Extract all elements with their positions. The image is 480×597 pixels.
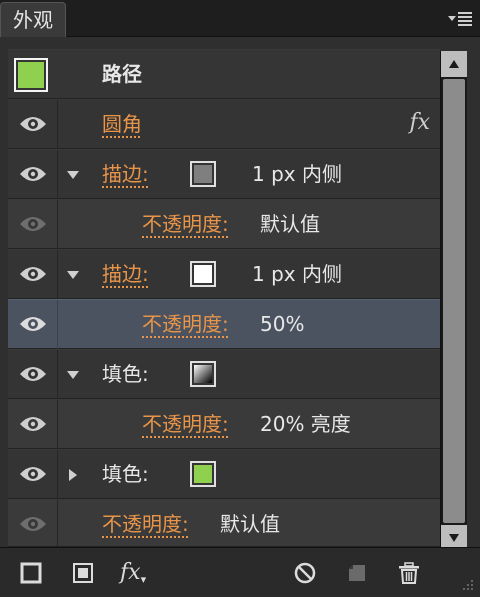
opacity-value: 默认值 — [260, 212, 320, 236]
panel-tab-bar: 外观 — [0, 0, 480, 37]
opacity-value: 默认值 — [220, 512, 280, 536]
fill-label: 填色: — [102, 362, 149, 386]
visibility-toggle[interactable] — [8, 150, 58, 199]
row-fill-1[interactable]: 填色: — [8, 349, 440, 399]
eye-icon — [20, 517, 46, 531]
stroke-link[interactable]: 描边: — [102, 150, 149, 199]
duplicate-item-icon[interactable] — [344, 560, 370, 586]
visibility-toggle[interactable] — [8, 250, 58, 299]
fill-swatch-fill — [194, 465, 212, 483]
appearance-panel: 路径 圆角 fx 描边: 1 px 内侧 不透明度: 默认值 描边: 1 px … — [0, 37, 480, 551]
visibility-toggle[interactable] — [8, 350, 58, 399]
scroll-thumb[interactable] — [443, 79, 465, 523]
row-rounded-corners[interactable]: 圆角 fx — [8, 99, 440, 149]
disclosure-triangle-expanded-icon[interactable] — [66, 368, 80, 382]
stroke-swatch[interactable] — [190, 261, 216, 287]
row-stroke-1[interactable]: 描边: 1 px 内侧 — [8, 149, 440, 199]
visibility-toggle[interactable] — [8, 300, 58, 349]
stroke-value[interactable]: 1 px 内侧 — [252, 250, 342, 299]
arrow-up-icon — [449, 60, 459, 68]
eye-icon — [20, 217, 46, 231]
opacity-link[interactable]: 不透明度: — [142, 300, 229, 349]
eye-icon — [20, 267, 46, 281]
fill-swatch[interactable] — [190, 361, 216, 387]
disclosure-triangle-expanded-icon[interactable] — [66, 168, 80, 182]
visibility-toggle[interactable] — [8, 200, 58, 249]
effect-link-rounded-corners[interactable]: 圆角 — [102, 100, 142, 149]
eye-icon — [20, 467, 46, 481]
dropdown-caret-icon: ▾ — [140, 573, 147, 586]
stroke-value[interactable]: 1 px 内侧 — [252, 150, 342, 199]
resize-grip-icon[interactable] — [460, 577, 474, 591]
stroke-swatch[interactable] — [190, 161, 216, 187]
scroll-up-button[interactable] — [441, 51, 467, 77]
add-new-stroke-icon[interactable] — [18, 560, 44, 586]
vertical-scrollbar[interactable] — [440, 51, 467, 551]
stroke-link[interactable]: 描边: — [102, 250, 149, 299]
fx-icon[interactable]: fx — [409, 110, 430, 135]
clear-appearance-icon[interactable] — [292, 560, 318, 586]
eye-icon — [20, 367, 46, 381]
visibility-toggle[interactable] — [8, 400, 58, 449]
row-stroke-2-opacity[interactable]: 不透明度: 50% — [8, 299, 440, 349]
disclosure-triangle-collapsed-icon[interactable] — [66, 468, 80, 482]
row-object-opacity[interactable]: 不透明度: 默认值 — [8, 499, 440, 547]
eye-icon — [20, 117, 46, 131]
row-fill-2[interactable]: 填色: — [8, 449, 440, 499]
stroke-swatch-fill — [194, 165, 212, 183]
opacity-link[interactable]: 不透明度: — [142, 400, 229, 449]
row-path-label: 路径 — [102, 62, 142, 86]
row-path[interactable]: 路径 — [8, 49, 440, 99]
row-stroke-1-opacity[interactable]: 不透明度: 默认值 — [8, 199, 440, 249]
tab-appearance[interactable]: 外观 — [0, 2, 66, 37]
fill-swatch[interactable] — [190, 461, 216, 487]
fill-swatch-gradient — [194, 365, 212, 383]
disclosure-triangle-expanded-icon[interactable] — [66, 268, 80, 282]
object-thumbnail — [14, 58, 48, 92]
panel-menu-icon[interactable] — [446, 8, 474, 30]
visibility-toggle[interactable] — [8, 500, 58, 547]
row-fill-1-opacity[interactable]: 不透明度: 20% 亮度 — [8, 399, 440, 449]
opacity-value: 20% 亮度 — [260, 412, 351, 436]
opacity-value: 50% — [260, 312, 305, 336]
eye-icon — [20, 417, 46, 431]
visibility-toggle[interactable] — [8, 100, 58, 149]
eye-icon — [20, 317, 46, 331]
fx-icon: fx — [120, 560, 141, 585]
visibility-toggle[interactable] — [8, 450, 58, 499]
stroke-swatch-fill — [194, 265, 212, 283]
object-thumbnail-fill — [18, 62, 44, 88]
panel-footer-toolbar: fx▾ — [0, 547, 480, 597]
row-stroke-2[interactable]: 描边: 1 px 内侧 — [8, 249, 440, 299]
arrow-down-icon — [449, 534, 459, 542]
add-effect-button[interactable]: fx▾ — [120, 560, 160, 586]
opacity-link[interactable]: 不透明度: — [142, 200, 229, 249]
eye-icon — [20, 167, 46, 181]
opacity-link[interactable]: 不透明度: — [102, 500, 189, 549]
trash-icon[interactable] — [396, 560, 422, 586]
fill-label: 填色: — [102, 462, 149, 486]
add-new-fill-icon[interactable] — [70, 560, 96, 586]
